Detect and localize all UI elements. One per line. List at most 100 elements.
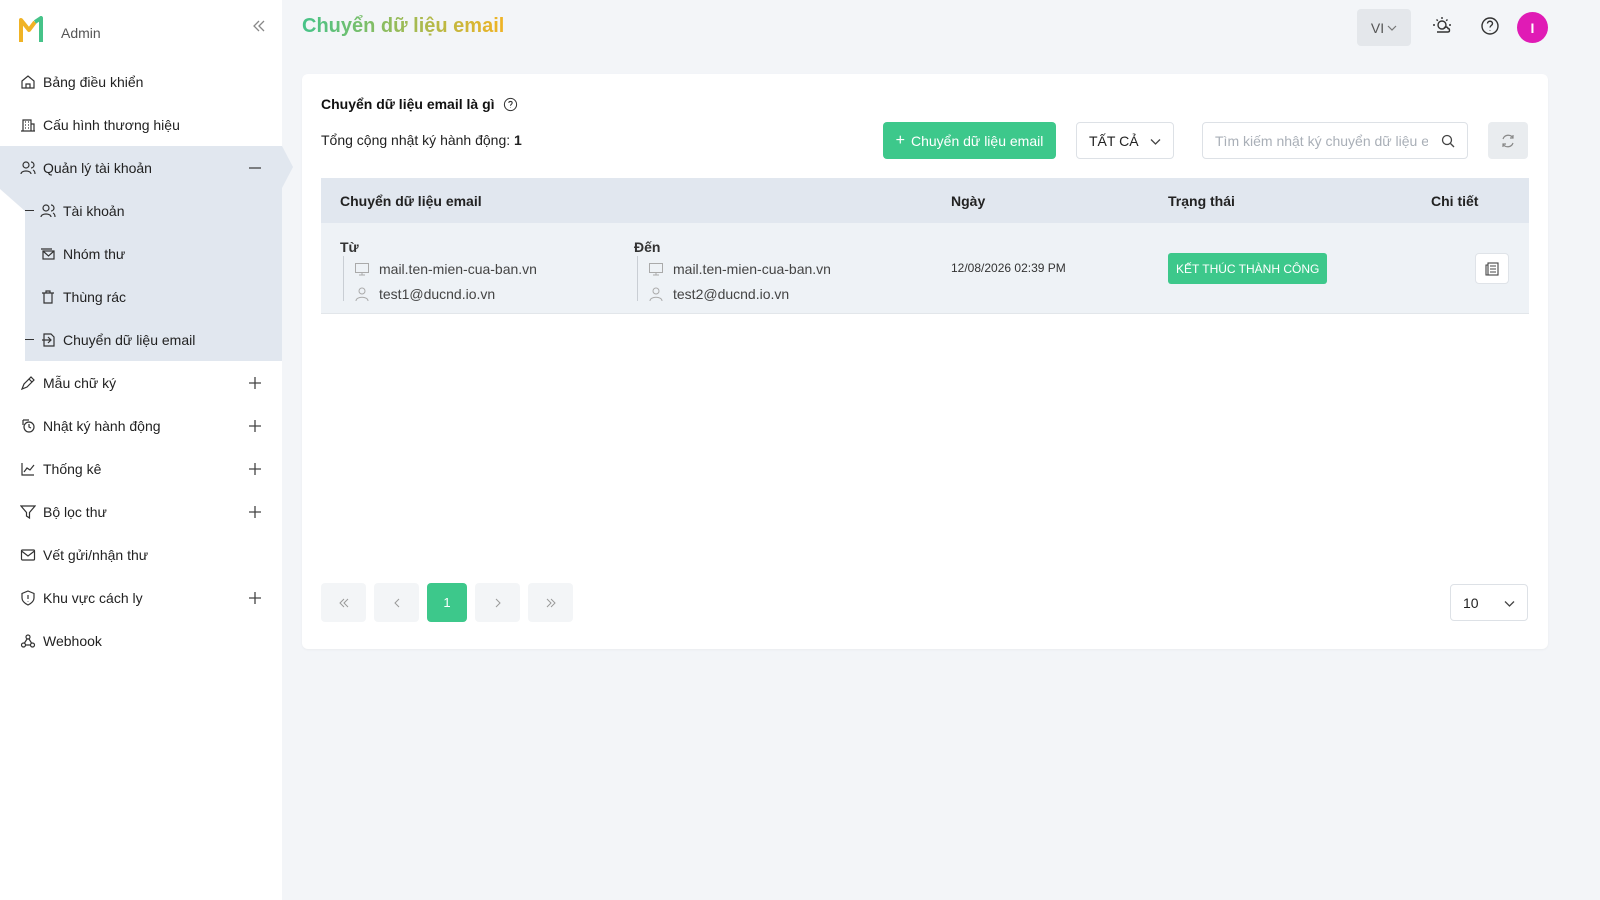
sidebar-item-label: Khu vực cách ly: [43, 589, 143, 606]
sidebar-item-label: Bộ lọc thư: [43, 503, 107, 520]
sidebar-item-email-migration[interactable]: Chuyển dữ liệu email: [25, 318, 282, 361]
total-label: Tổng cộng nhật ký hành động:: [321, 132, 511, 148]
monitor-icon: [355, 262, 369, 275]
sidebar-item-label: Nhóm thư: [63, 245, 126, 262]
mail-icon: [20, 547, 36, 563]
chevron-left-icon: [393, 598, 399, 607]
document-list-icon: [1485, 261, 1499, 276]
pagination: 1: [321, 583, 581, 622]
sidebar-item-label: Thùng rác: [63, 288, 127, 305]
expand-plus-icon[interactable]: [248, 462, 262, 476]
sidebar-item-label: Tài khoản: [63, 202, 125, 219]
migrate-icon: [40, 332, 56, 348]
sidebar: Admin Bảng điều khiển Cấu hình thương hi…: [0, 0, 293, 900]
refresh-icon: [1502, 134, 1514, 147]
first-page-button[interactable]: [321, 583, 366, 622]
help-circle-icon[interactable]: [503, 97, 518, 112]
to-server: mail.ten-mien-cua-ban.vn: [673, 260, 831, 277]
expand-plus-icon[interactable]: [248, 419, 262, 433]
search-box: [1202, 122, 1468, 159]
chevron-down-icon: [1504, 601, 1515, 607]
refresh-button[interactable]: [1488, 122, 1528, 159]
from-server-line: mail.ten-mien-cua-ban.vn: [354, 256, 537, 281]
home-icon: [20, 74, 36, 90]
sidebar-item-label: Chuyển dữ liệu email: [63, 331, 196, 348]
chevron-right-icon: [495, 598, 501, 607]
page-size-value: 10: [1463, 594, 1479, 611]
sidebar-item-trash[interactable]: Thùng rác: [25, 275, 282, 318]
sidebar-item-action-log[interactable]: Nhật ký hành động: [0, 404, 282, 447]
to-user: test2@ducnd.io.vn: [673, 285, 790, 302]
mail-group-icon: [40, 246, 56, 262]
previous-page-button[interactable]: [374, 583, 419, 622]
expand-plus-icon[interactable]: [248, 376, 262, 390]
main-card: Chuyển dữ liệu email là gì Tổng cộng nhậ…: [302, 74, 1548, 649]
sidebar-item-mail-groups[interactable]: Nhóm thư: [25, 232, 282, 275]
status-filter-select[interactable]: TẤT CẢ: [1076, 122, 1174, 159]
language-select[interactable]: VI: [1357, 9, 1411, 46]
column-header-date: Ngày: [951, 192, 986, 209]
page-title: Chuyển dữ liệu email: [302, 15, 505, 37]
total-value: 1: [514, 132, 522, 148]
users-icon: [40, 203, 56, 219]
sidebar-item-quarantine[interactable]: Khu vực cách ly: [0, 576, 282, 619]
page-button-current[interactable]: 1: [427, 583, 467, 622]
account-submenu: Tài khoản Nhóm thư Thùng rác Chuyển dữ l…: [0, 189, 282, 361]
sidebar-item-account-management[interactable]: Quản lý tài khoản: [0, 146, 293, 189]
chart-icon: [20, 461, 36, 477]
migration-date: 12/08/2026 02:39 PM: [951, 261, 1066, 275]
users-icon: [20, 160, 36, 176]
add-migration-button[interactable]: + Chuyển dữ liệu email: [883, 122, 1056, 159]
migration-table: Chuyển dữ liệu email Ngày Trạng thái Chi…: [321, 178, 1529, 314]
sidebar-item-branding[interactable]: Cấu hình thương hiệu: [0, 103, 282, 146]
help-icon[interactable]: [1479, 15, 1501, 37]
sidebar-item-webhook[interactable]: Webhook: [0, 619, 282, 662]
sidebar-item-statistics[interactable]: Thống kê: [0, 447, 282, 490]
sidebar-item-label: Thống kê: [43, 460, 102, 477]
tree-dash: [25, 210, 34, 211]
next-page-button[interactable]: [475, 583, 520, 622]
status-badge: KẾT THÚC THÀNH CÔNG: [1168, 253, 1328, 284]
expand-plus-icon[interactable]: [248, 505, 262, 519]
sidebar-item-accounts[interactable]: Tài khoản: [25, 189, 282, 232]
sidebar-item-dashboard[interactable]: Bảng điều khiển: [0, 60, 282, 103]
sidebar-item-label: Cấu hình thương hiệu: [43, 116, 180, 133]
collapse-sidebar-icon[interactable]: [250, 17, 268, 35]
to-user-line: test2@ducnd.io.vn: [648, 281, 831, 306]
page-size-select[interactable]: 10: [1450, 584, 1528, 621]
search-icon[interactable]: [1441, 134, 1455, 148]
from-label: Từ: [340, 239, 359, 255]
total-count: Tổng cộng nhật ký hành động: 1: [321, 132, 522, 148]
view-detail-button[interactable]: [1475, 253, 1509, 284]
collapse-minus-icon[interactable]: [248, 161, 262, 175]
section-title-text: Chuyển dữ liệu email là gì: [321, 96, 495, 112]
from-user-line: test1@ducnd.io.vn: [354, 281, 537, 306]
table-row: Từ mail.ten-mien-cua-ban.vn test1@ducnd.…: [321, 223, 1529, 314]
search-input[interactable]: [1203, 123, 1428, 158]
expand-plus-icon[interactable]: [248, 591, 262, 605]
sidebar-item-mail-trace[interactable]: Vết gửi/nhận thư: [0, 533, 282, 576]
table-header: Chuyển dữ liệu email Ngày Trạng thái Chi…: [321, 178, 1529, 223]
trash-icon: [40, 289, 56, 305]
sidebar-item-label: Mẫu chữ ký: [43, 374, 117, 391]
logo-icon: [19, 16, 43, 42]
double-chevron-left-icon: [338, 598, 348, 607]
sidebar-item-mail-filters[interactable]: Bộ lọc thư: [0, 490, 282, 533]
chevron-down-icon: [1387, 25, 1397, 31]
brand: Admin: [0, 0, 282, 60]
user-avatar[interactable]: I: [1517, 12, 1548, 43]
role-label: Admin: [61, 25, 101, 41]
theme-toggle-icon[interactable]: [1431, 15, 1453, 37]
from-endpoint: mail.ten-mien-cua-ban.vn test1@ducnd.io.…: [343, 256, 537, 302]
sidebar-item-label: Nhật ký hành động: [43, 417, 161, 434]
sidebar-nav-rest: Mẫu chữ ký Nhật ký hành động Thống kê Bộ…: [0, 361, 282, 662]
plus-icon: +: [895, 131, 905, 149]
last-page-button[interactable]: [528, 583, 573, 622]
status-filter-value: TẤT CẢ: [1089, 132, 1139, 149]
sidebar-item-signature-templates[interactable]: Mẫu chữ ký: [0, 361, 282, 404]
sidebar-item-label: Webhook: [43, 632, 102, 649]
from-server: mail.ten-mien-cua-ban.vn: [379, 260, 537, 277]
double-chevron-right-icon: [546, 598, 556, 607]
sidebar-item-label: Bảng điều khiển: [43, 73, 144, 90]
top-header: Chuyển dữ liệu email VI I: [282, 0, 1600, 56]
